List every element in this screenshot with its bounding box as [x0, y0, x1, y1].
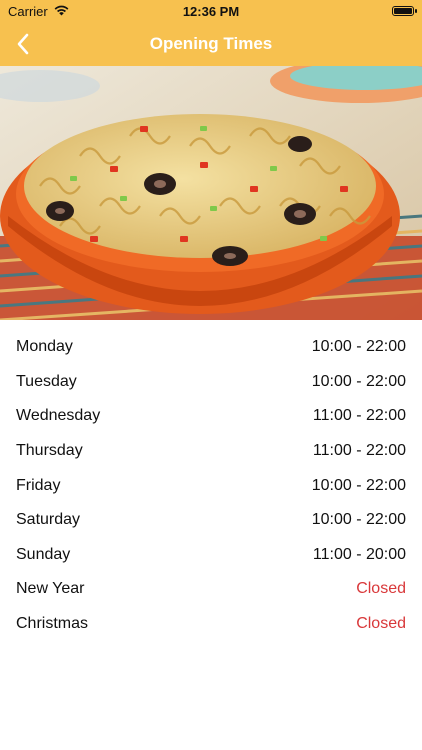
day-label: Sunday — [16, 545, 71, 563]
opening-hours-list: Monday 10:00 - 22:00 Tuesday 10:00 - 22:… — [0, 320, 422, 641]
hours-value: 10:00 - 22:00 — [311, 476, 406, 494]
hours-row-thursday: Thursday 11:00 - 22:00 — [0, 434, 422, 469]
day-label: Christmas — [16, 615, 89, 633]
page-title: Opening Times — [149, 34, 273, 53]
day-label: Wednesday — [16, 407, 101, 425]
hours-row-wednesday: Wednesday 11:00 - 22:00 — [0, 399, 422, 434]
food-photo — [0, 66, 422, 320]
chevron-left-icon — [17, 33, 29, 55]
pasta-salad-image — [0, 66, 422, 320]
closed-label: Closed — [356, 580, 406, 598]
closed-label: Closed — [356, 615, 406, 633]
day-label: Monday — [16, 338, 73, 356]
hours-row-tuesday: Tuesday 10:00 - 22:00 — [0, 365, 422, 400]
status-left: Carrier — [8, 4, 69, 19]
day-label: Tuesday — [16, 372, 77, 390]
back-button[interactable] — [8, 29, 38, 59]
hours-value: 10:00 - 22:00 — [311, 511, 406, 529]
day-label: Thursday — [16, 442, 83, 460]
navigation-bar: Opening Times — [0, 22, 422, 66]
status-time: 12:36 PM — [182, 3, 240, 19]
wifi-icon — [54, 4, 69, 19]
hours-value: 10:00 - 22:00 — [311, 372, 406, 390]
hours-value: 11:00 - 22:00 — [312, 442, 406, 460]
hours-row-christmas: Christmas Closed — [0, 607, 422, 642]
status-bar: Carrier 12:36 PM — [0, 0, 422, 22]
hours-value: 11:00 - 20:00 — [312, 545, 406, 563]
hours-value: 11:00 - 22:00 — [312, 407, 406, 425]
day-label: Friday — [16, 476, 61, 494]
hours-row-monday: Monday 10:00 - 22:00 — [0, 330, 422, 365]
battery-icon — [392, 6, 417, 16]
hours-row-friday: Friday 10:00 - 22:00 — [0, 468, 422, 503]
hours-row-sunday: Sunday 11:00 - 20:00 — [0, 538, 422, 573]
carrier-label: Carrier — [8, 3, 48, 19]
hours-row-saturday: Saturday 10:00 - 22:00 — [0, 503, 422, 538]
day-label: New Year — [16, 580, 85, 598]
hours-row-new-year: New Year Closed — [0, 572, 422, 607]
day-label: Saturday — [16, 511, 81, 529]
hours-value: 10:00 - 22:00 — [311, 338, 406, 356]
